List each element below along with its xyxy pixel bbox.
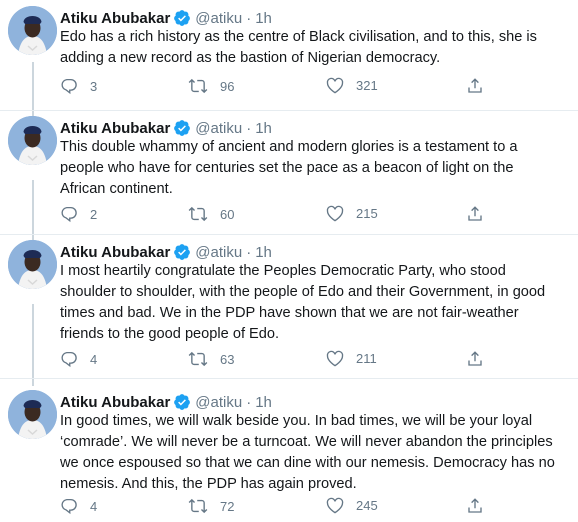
retweet-count: 72 <box>220 498 235 514</box>
reply-icon <box>61 206 77 223</box>
share-icon <box>468 78 482 93</box>
author-handle[interactable]: @atiku <box>195 244 242 261</box>
avatar-image <box>8 390 57 439</box>
tweet-actions: 4 72 245 <box>60 497 490 517</box>
separator-dot: · <box>246 119 252 137</box>
like-button[interactable]: 215 <box>326 205 378 222</box>
avatar[interactable] <box>8 240 57 289</box>
verified-badge-icon <box>174 244 191 260</box>
like-button[interactable]: 211 <box>326 350 377 367</box>
tweet-header: Atiku Abubakar @atiku · 1h <box>60 8 272 28</box>
tweet-header: Atiku Abubakar @atiku · 1h <box>60 118 272 138</box>
reply-count: 4 <box>90 498 98 514</box>
heart-icon <box>326 205 344 222</box>
timestamp[interactable]: 1h <box>255 394 272 411</box>
tweet-divider <box>0 378 578 379</box>
tweet[interactable]: Atiku Abubakar @atiku · 1h This double w… <box>0 110 578 234</box>
tweet-text: I most heartily congratulate the Peoples… <box>60 263 546 342</box>
like-button[interactable]: 245 <box>326 497 378 514</box>
retweet-button[interactable]: 60 <box>188 205 234 223</box>
author-name[interactable]: Atiku Abubakar <box>60 244 170 261</box>
share-icon <box>468 498 482 513</box>
separator-dot: · <box>246 243 252 261</box>
share-icon <box>468 351 482 366</box>
retweet-icon <box>188 498 208 514</box>
timestamp[interactable]: 1h <box>255 120 272 137</box>
heart-icon <box>326 77 344 94</box>
retweet-count: 63 <box>220 351 235 367</box>
avatar-image <box>8 116 57 165</box>
reply-count: 2 <box>90 206 98 222</box>
tweet[interactable]: Atiku Abubakar @atiku · 1h Edo has a ric… <box>0 0 578 110</box>
author-name[interactable]: Atiku Abubakar <box>60 10 170 27</box>
avatar[interactable] <box>8 6 57 55</box>
like-count: 215 <box>356 206 378 221</box>
tweet-actions: 4 63 211 <box>60 350 490 370</box>
share-button[interactable] <box>466 205 484 223</box>
reply-icon <box>61 351 77 368</box>
reply-button[interactable]: 4 <box>60 497 97 515</box>
retweet-button[interactable]: 72 <box>188 497 234 515</box>
tweet-header: Atiku Abubakar @atiku · 1h <box>60 392 272 412</box>
share-button[interactable] <box>466 77 484 95</box>
retweet-icon <box>188 78 208 94</box>
retweet-count: 60 <box>220 206 235 222</box>
separator-dot: · <box>246 9 252 27</box>
reply-button[interactable]: 2 <box>60 205 97 223</box>
separator-dot: · <box>246 393 252 411</box>
tweet-actions: 2 60 215 <box>60 205 490 225</box>
like-count: 245 <box>356 498 378 513</box>
share-icon <box>468 206 482 221</box>
heart-icon <box>326 350 344 367</box>
reply-button[interactable]: 4 <box>60 350 97 368</box>
like-button[interactable]: 321 <box>326 77 378 94</box>
share-button[interactable] <box>466 497 484 515</box>
like-count: 211 <box>356 351 377 366</box>
tweet[interactable]: Atiku Abubakar @atiku · 1h I most hearti… <box>0 234 578 378</box>
avatar[interactable] <box>8 116 57 165</box>
verified-badge-icon <box>174 394 191 410</box>
reply-icon <box>61 498 77 515</box>
tweet-text: In good times, we will walk beside you. … <box>60 413 555 492</box>
retweet-icon <box>188 351 208 367</box>
tweet-text: This double whammy of ancient and modern… <box>60 139 518 197</box>
like-count: 321 <box>356 78 378 93</box>
author-name[interactable]: Atiku Abubakar <box>60 394 170 411</box>
author-handle[interactable]: @atiku <box>195 394 242 411</box>
author-handle[interactable]: @atiku <box>195 120 242 137</box>
tweet-header: Atiku Abubakar @atiku · 1h <box>60 242 272 262</box>
author-name[interactable]: Atiku Abubakar <box>60 120 170 137</box>
reply-icon <box>61 78 77 95</box>
retweet-button[interactable]: 96 <box>188 77 234 95</box>
avatar[interactable] <box>8 390 57 439</box>
reply-button[interactable]: 3 <box>60 77 97 95</box>
retweet-icon <box>188 206 208 222</box>
tweet[interactable]: Atiku Abubakar @atiku · 1h In good times… <box>0 384 578 522</box>
avatar-image <box>8 240 57 289</box>
reply-count: 4 <box>90 351 98 367</box>
verified-badge-icon <box>174 10 191 26</box>
share-button[interactable] <box>466 350 484 368</box>
verified-badge-icon <box>174 120 191 136</box>
tweet-actions: 3 96 321 <box>60 77 490 97</box>
timestamp[interactable]: 1h <box>255 244 272 261</box>
retweet-button[interactable]: 63 <box>188 350 234 368</box>
retweet-count: 96 <box>220 78 235 94</box>
timestamp[interactable]: 1h <box>255 10 272 27</box>
heart-icon <box>326 497 344 514</box>
author-handle[interactable]: @atiku <box>195 10 242 27</box>
avatar-image <box>8 6 57 55</box>
reply-count: 3 <box>90 78 98 94</box>
tweet-text: Edo has a rich history as the centre of … <box>60 29 537 66</box>
